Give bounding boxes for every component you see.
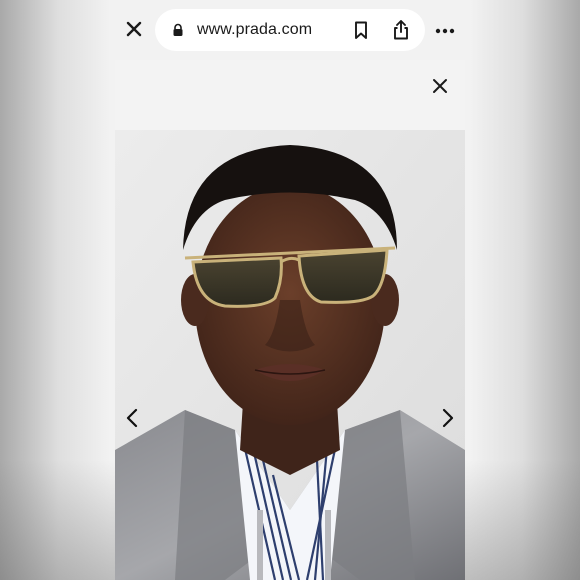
bookmark-icon[interactable] [351, 20, 371, 40]
chevron-right-icon[interactable] [441, 408, 455, 428]
chevron-left-icon[interactable] [125, 408, 139, 428]
image-gallery-overlay [115, 60, 465, 580]
close-icon [126, 21, 142, 37]
close-tab-button[interactable] [123, 18, 145, 40]
lock-icon [173, 23, 183, 36]
model-photo-illustration [115, 130, 465, 580]
product-photo [115, 130, 465, 580]
share-icon[interactable] [390, 19, 412, 41]
phone-screen: www.prada.com [115, 0, 465, 580]
more-icon[interactable] [434, 20, 456, 42]
url-text: www.prada.com [197, 21, 313, 38]
browser-toolbar: www.prada.com [115, 0, 465, 60]
close-icon[interactable] [430, 76, 450, 96]
address-bar[interactable]: www.prada.com [155, 9, 425, 51]
